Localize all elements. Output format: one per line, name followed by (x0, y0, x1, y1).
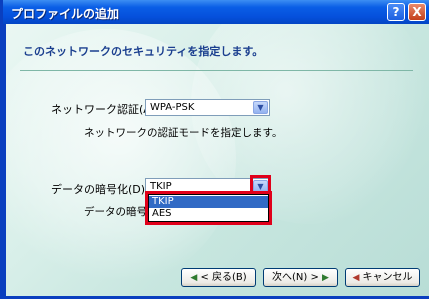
next-button-label: 次へ(N) > (272, 272, 319, 283)
next-button[interactable]: 次へ(N) > ▶ (263, 268, 338, 287)
help-button[interactable]: ? (387, 3, 405, 21)
help-icon: ? (392, 5, 400, 19)
back-button-label: < 戻る(B) (200, 272, 247, 283)
network-auth-select[interactable]: WPA-PSK ▼ (145, 99, 270, 116)
cancel-arrow-icon: ◀ (352, 273, 360, 283)
title-bar[interactable]: プロファイルの追加 ? X (3, 0, 429, 24)
cancel-button[interactable]: ◀ キャンセル (345, 268, 420, 287)
dialog-body: このネットワークのセキュリティを指定します。 ネットワーク認証(A): WPA-… (6, 24, 429, 296)
encryption-label: データの暗号化(D): (51, 183, 149, 196)
back-button[interactable]: ◀ < 戻る(B) (181, 268, 256, 287)
next-arrow-icon: ▶ (322, 273, 329, 283)
close-button[interactable]: X (408, 3, 426, 21)
network-auth-value: WPA-PSK (150, 102, 195, 113)
page-heading: このネットワークのセキュリティを指定します。 (23, 45, 264, 58)
window-title: プロファイルの追加 (11, 7, 120, 21)
chevron-down-icon: ▼ (257, 103, 264, 112)
close-icon: X (412, 5, 422, 19)
back-arrow-icon: ◀ (190, 273, 198, 283)
dropdown-list-highlight (145, 191, 272, 225)
cancel-button-label: キャンセル (362, 272, 413, 283)
header-divider (20, 70, 413, 71)
network-auth-label: ネットワーク認証(A): (51, 103, 159, 116)
network-auth-dropdown-button[interactable]: ▼ (253, 101, 268, 114)
network-auth-description: ネットワークの認証モードを指定します。 (84, 127, 283, 139)
profile-add-window: プロファイルの追加 ? X このネットワークのセキュリティを指定します。 ネット… (0, 0, 429, 299)
